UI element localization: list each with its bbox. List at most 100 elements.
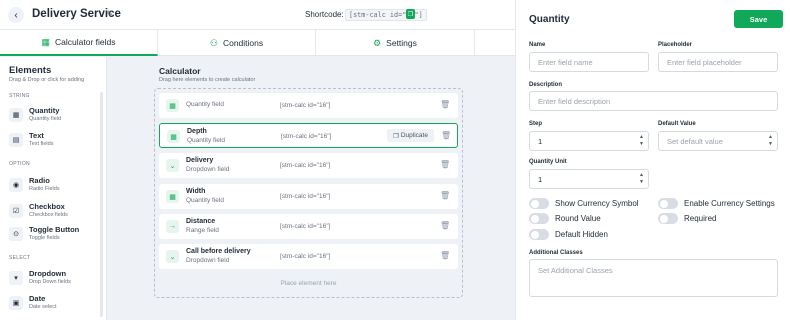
field-shortcode: [stm-calc id="16"] bbox=[280, 223, 331, 230]
field-shortcode: [stm-calc id="16"] bbox=[281, 133, 332, 140]
tab-label: Conditions bbox=[222, 38, 264, 48]
tab-calculator-fields[interactable]: ▦ Calculator fields bbox=[0, 30, 158, 56]
save-button[interactable]: Save bbox=[734, 10, 783, 28]
field-row-depth[interactable]: ▦ Depth Quantity field [stm-calc id="16"… bbox=[159, 123, 458, 148]
required-toggle[interactable] bbox=[658, 213, 678, 224]
description-field[interactable]: Enter field description bbox=[529, 91, 778, 111]
field-name: Call before delivery bbox=[186, 248, 251, 255]
toggle-label: Show Currency Symbol bbox=[555, 199, 639, 208]
trash-icon[interactable]: 🗑 bbox=[440, 221, 450, 230]
item-desc: Radio Fields bbox=[29, 186, 60, 192]
arrow-right-icon: → bbox=[166, 220, 179, 233]
default-value-placeholder: Set default value bbox=[667, 136, 723, 146]
show-currency-symbol-toggle[interactable] bbox=[529, 198, 549, 209]
sidebar-scrollbar[interactable] bbox=[100, 92, 103, 317]
text-icon: ▤ bbox=[9, 133, 23, 147]
item-name: Quantity bbox=[29, 106, 60, 115]
field-type: Quantity field bbox=[187, 137, 225, 144]
calculator-title: Calculator bbox=[159, 66, 201, 76]
field-shortcode: [stm-calc id="16"] bbox=[280, 253, 331, 260]
field-shortcode: [stm-calc id="16"] bbox=[280, 102, 331, 109]
quantity-icon: ▦ bbox=[9, 108, 23, 122]
trash-icon[interactable]: 🗑 bbox=[440, 100, 450, 109]
item-desc: Drop Down fields bbox=[29, 279, 71, 285]
item-name: Checkbox bbox=[29, 202, 65, 211]
item-name: Text bbox=[29, 131, 44, 140]
field-row-quantity[interactable]: ▦ Quantity field [stm-calc id="16"] 🗑 bbox=[159, 93, 458, 118]
enable-currency-settings-toggle[interactable] bbox=[658, 198, 678, 209]
sidebar-item-checkbox[interactable]: ☑ Checkbox Checkbox fields bbox=[9, 202, 97, 222]
quantity-icon: ▦ bbox=[167, 130, 180, 143]
group-label-select: SELECT bbox=[9, 255, 31, 261]
placeholder-field[interactable]: Enter field placeholder bbox=[658, 52, 778, 72]
field-type: Dropdown field bbox=[186, 257, 230, 264]
field-type: Quantity field bbox=[186, 101, 224, 108]
sidebar-item-toggle-button[interactable]: ⊙ Toggle Button Toggle fields bbox=[9, 225, 97, 245]
item-name: Radio bbox=[29, 176, 50, 185]
item-desc: Quantity field bbox=[29, 116, 62, 122]
tab-overflow bbox=[475, 30, 515, 56]
tab-label: Settings bbox=[386, 38, 417, 48]
chevron-down-icon: ⌄ bbox=[166, 250, 179, 263]
calculator-icon: ▦ bbox=[41, 36, 51, 47]
item-name: Dropdown bbox=[29, 269, 67, 278]
trash-icon[interactable]: 🗑 bbox=[441, 131, 451, 140]
item-desc: Date select bbox=[29, 304, 57, 310]
step-value: 1 bbox=[538, 136, 543, 146]
stepper-arrows-icon[interactable]: ▲ ▼ bbox=[639, 134, 644, 148]
quantity-unit-label: Quantity Unit bbox=[529, 159, 567, 165]
item-desc: Checkbox fields bbox=[29, 212, 68, 218]
duplicate-icon: ❐ bbox=[393, 132, 399, 140]
radio-icon: ◉ bbox=[9, 178, 23, 192]
duplicate-button[interactable]: ❐ Duplicate bbox=[387, 129, 434, 142]
step-stepper[interactable]: 1 ▲ ▼ bbox=[529, 131, 649, 151]
sidebar-item-radio[interactable]: ◉ Radio Radio Fields bbox=[9, 176, 97, 196]
additional-classes-field[interactable]: Set Additional Classes bbox=[529, 259, 778, 297]
round-value-toggle[interactable] bbox=[529, 213, 549, 224]
back-icon[interactable]: ‹ bbox=[8, 7, 24, 23]
calendar-icon: ▣ bbox=[9, 296, 23, 310]
field-row-call-before-delivery[interactable]: ⌄ Call before delivery Dropdown field [s… bbox=[159, 244, 458, 269]
sidebar-item-date[interactable]: ▣ Date Date select bbox=[9, 294, 97, 314]
toggle-label: Required bbox=[684, 214, 717, 223]
sidebar-item-text[interactable]: ▤ Text Text fields bbox=[9, 131, 97, 151]
default-value-stepper[interactable]: Set default value ▲ ▼ bbox=[658, 131, 778, 151]
field-settings-panel: Quantity Save Name Enter field name Plac… bbox=[515, 0, 790, 320]
group-label-option: OPTION bbox=[9, 161, 30, 167]
sidebar-item-dropdown[interactable]: ▾ Dropdown Drop Down fields bbox=[9, 269, 97, 289]
duplicate-label: Duplicate bbox=[400, 132, 428, 139]
placeholder-label: Placeholder bbox=[658, 42, 693, 48]
trash-icon[interactable]: 🗑 bbox=[440, 191, 450, 200]
sidebar-item-quantity[interactable]: ▦ Quantity Quantity field bbox=[9, 106, 97, 126]
field-name: Delivery bbox=[186, 157, 214, 164]
field-row-width[interactable]: ▦ Width Quantity field [stm-calc id="16"… bbox=[159, 184, 458, 209]
tab-label: Calculator fields bbox=[55, 37, 116, 47]
toggle-icon: ⊙ bbox=[9, 227, 23, 241]
copy-icon[interactable]: ❐ bbox=[406, 9, 415, 19]
item-name: Date bbox=[29, 294, 46, 303]
tab-conditions[interactable]: ⚇ Conditions bbox=[158, 30, 316, 56]
toggle-label: Round Value bbox=[555, 214, 601, 223]
quantity-unit-stepper[interactable]: 1 ▲ ▼ bbox=[529, 169, 649, 189]
quantity-icon: ▦ bbox=[166, 190, 179, 203]
stepper-arrows-icon[interactable]: ▲ ▼ bbox=[768, 134, 773, 148]
quantity-icon: ▦ bbox=[166, 99, 179, 112]
stepper-arrows-icon[interactable]: ▲ ▼ bbox=[639, 172, 644, 186]
gear-icon: ⚙ bbox=[373, 37, 382, 48]
additional-classes-label: Additional Classes bbox=[529, 250, 583, 256]
edit-pencil-icon[interactable]: ✎ bbox=[106, 9, 114, 20]
toggle-label: Default Hidden bbox=[555, 230, 608, 239]
tab-settings[interactable]: ⚙ Settings bbox=[316, 30, 475, 56]
field-type: Dropdown field bbox=[186, 166, 230, 173]
shortcode-label: Shortcode: bbox=[305, 10, 344, 19]
trash-icon[interactable]: 🗑 bbox=[440, 160, 450, 169]
field-row-distance[interactable]: → Distance Range field [stm-calc id="16"… bbox=[159, 214, 458, 239]
field-name: Distance bbox=[186, 218, 216, 225]
group-label-string: STRING bbox=[9, 93, 30, 99]
default-hidden-toggle[interactable] bbox=[529, 229, 549, 240]
name-label: Name bbox=[529, 42, 546, 48]
trash-icon[interactable]: 🗑 bbox=[440, 251, 450, 260]
field-row-delivery[interactable]: ⌄ Delivery Dropdown field [stm-calc id="… bbox=[159, 153, 458, 178]
name-field[interactable]: Enter field name bbox=[529, 52, 649, 72]
panel-title: Quantity bbox=[529, 14, 570, 25]
